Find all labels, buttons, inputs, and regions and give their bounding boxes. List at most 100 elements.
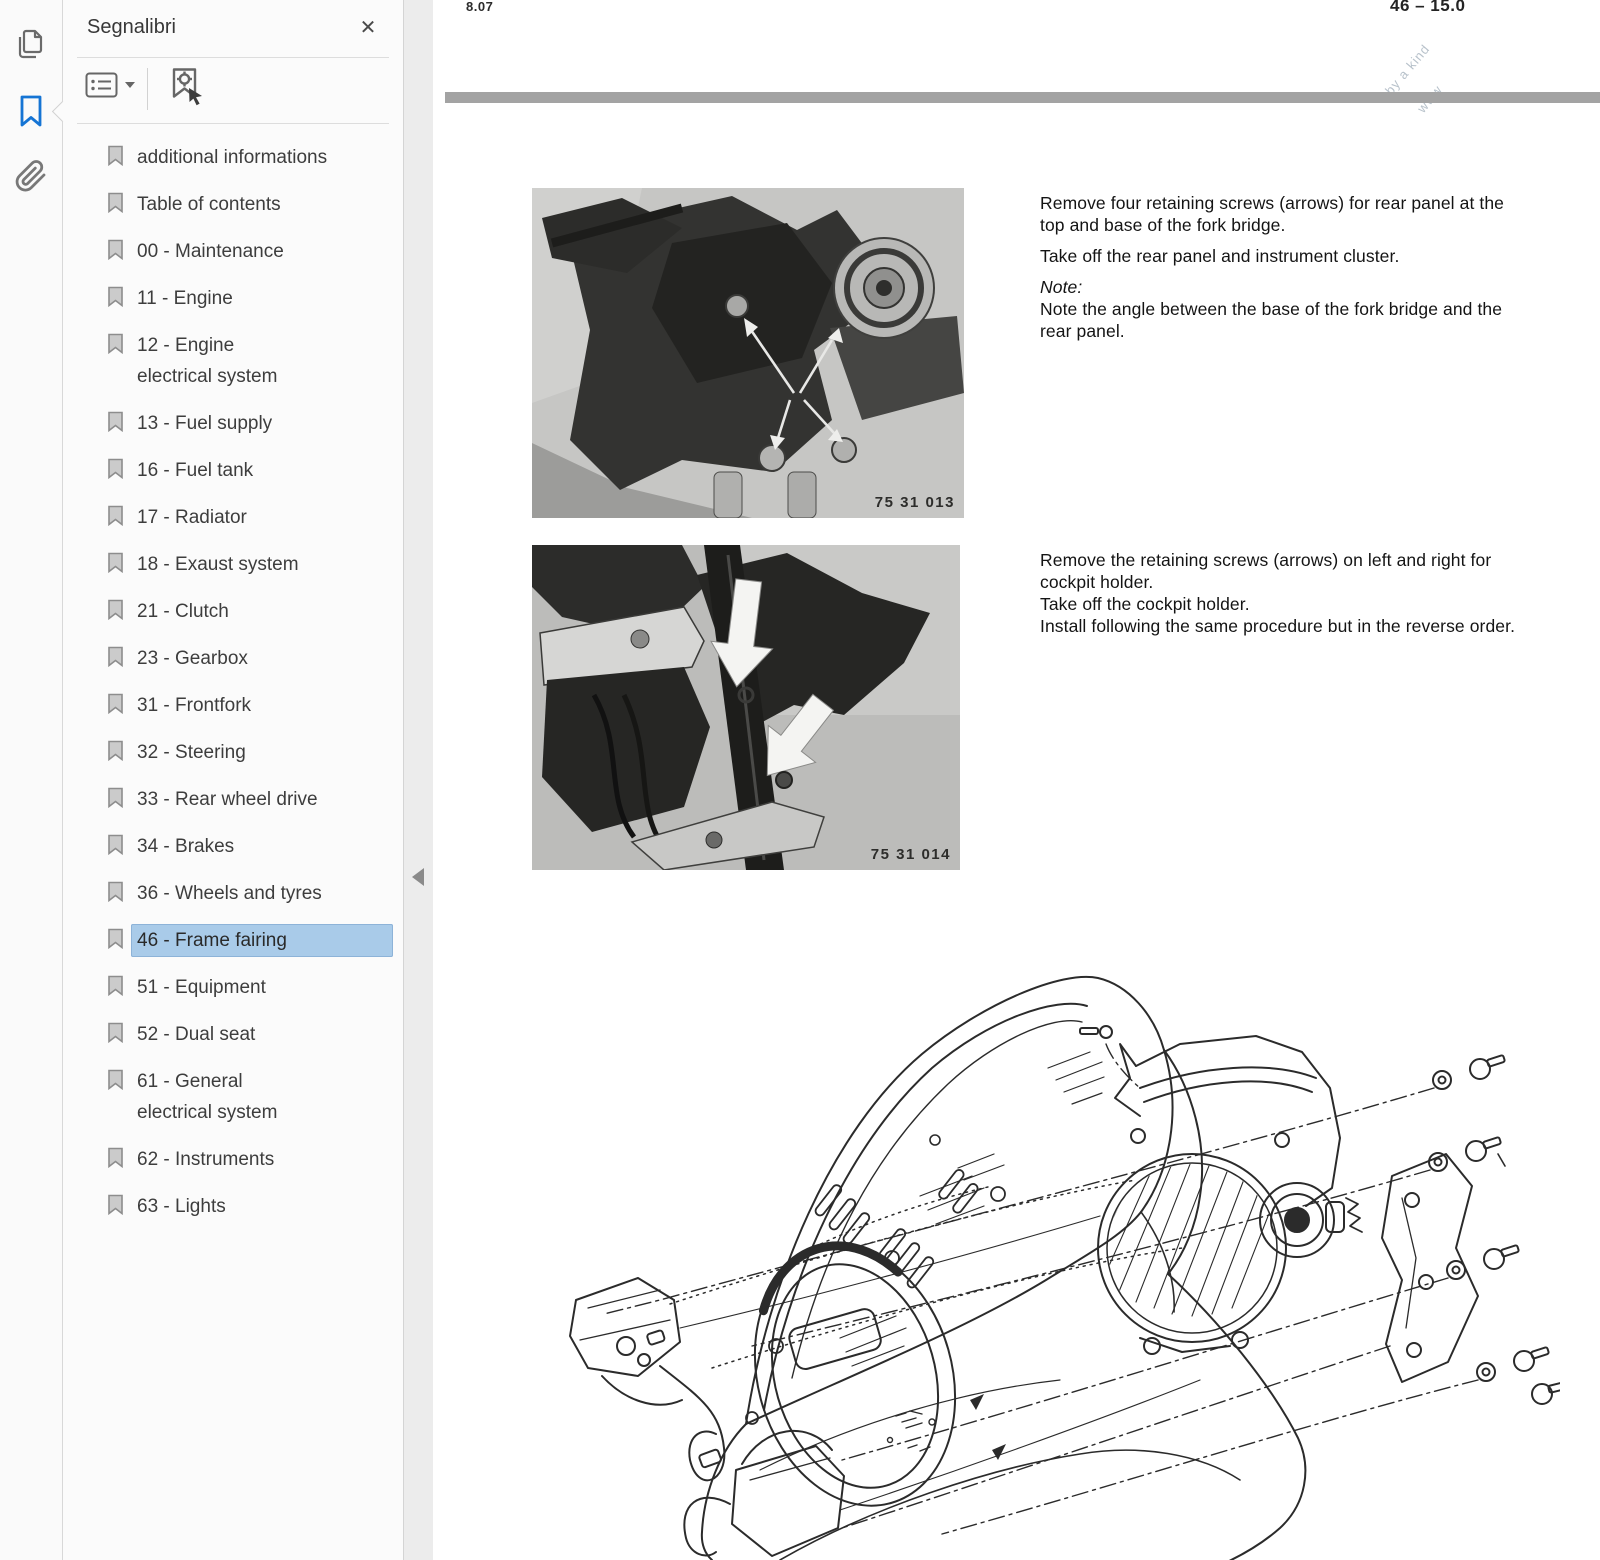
bookmark-item[interactable]: 11 - Engine — [63, 275, 403, 322]
bookmark-item[interactable]: 61 - General electrical system — [63, 1058, 403, 1136]
bookmarks-icon[interactable] — [12, 92, 50, 130]
bookmark-item[interactable]: Table of contents — [63, 181, 403, 228]
photo-fork-bridge-screws: 75 31 013 — [532, 188, 964, 518]
bookmark-label: 34 - Brakes — [131, 830, 393, 863]
exploded-diagram-frame-fairing — [540, 948, 1560, 1560]
attachments-icon[interactable] — [12, 158, 50, 196]
instruction-text-1: Remove four retaining screws (arrows) fo… — [1040, 192, 1532, 342]
bookmark-flag-icon — [107, 333, 124, 354]
bookmark-item[interactable]: 63 - Lights — [63, 1183, 403, 1230]
bookmark-label: 32 - Steering — [131, 736, 393, 769]
bookmark-label: 21 - Clutch — [131, 595, 393, 628]
bookmark-label: 13 - Fuel supply — [131, 407, 393, 440]
bookmark-label: 31 - Frontfork — [131, 689, 393, 722]
bookmark-flag-icon — [107, 1022, 124, 1043]
bookmark-label: 23 - Gearbox — [131, 642, 393, 675]
bookmark-item[interactable]: 17 - Radiator — [63, 494, 403, 541]
collapse-panel-icon[interactable] — [412, 868, 424, 886]
photo2-graphic — [532, 545, 960, 870]
bookmark-flag-icon — [107, 1069, 124, 1090]
bookmark-flag-icon — [107, 1147, 124, 1168]
bookmark-item[interactable]: 13 - Fuel supply — [63, 400, 403, 447]
horn-disc — [834, 238, 934, 338]
bookmark-item[interactable]: 21 - Clutch — [63, 588, 403, 635]
bookmark-flag-icon — [107, 411, 124, 432]
bookmark-flag-icon — [107, 646, 124, 667]
bookmark-item[interactable]: 32 - Steering — [63, 729, 403, 776]
bookmark-label: Table of contents — [131, 188, 393, 221]
bookmark-flag-icon — [107, 881, 124, 902]
bookmark-item[interactable]: 12 - Engine electrical system — [63, 322, 403, 400]
chevron-down-icon — [125, 82, 135, 88]
bookmarks-panel-header: Segnalibri ✕ — [63, 0, 403, 57]
bookmark-item[interactable]: 62 - Instruments — [63, 1136, 403, 1183]
pdf-viewer-window: { "rail": { "pages_icon": "page-thumbnai… — [0, 0, 1600, 1560]
bookmark-flag-icon — [107, 975, 124, 996]
bookmark-options-button[interactable] — [85, 72, 135, 98]
bookmark-label: 52 - Dual seat — [131, 1018, 393, 1051]
bookmark-flag-icon — [107, 145, 124, 166]
bookmarks-toolbar — [63, 58, 403, 123]
paragraph: Take off the cockpit holder. — [1040, 593, 1540, 615]
bookmarks-panel: Segnalibri ✕ — [63, 0, 404, 1560]
bookmark-label: 61 - General electrical system — [131, 1065, 393, 1129]
bookmark-label: 46 - Frame fairing — [131, 924, 393, 957]
bookmark-item[interactable]: 51 - Equipment — [63, 964, 403, 1011]
page-thumbnails-icon[interactable] — [12, 26, 50, 64]
bookmark-label: 51 - Equipment — [131, 971, 393, 1004]
bookmark-flag-icon — [107, 928, 124, 949]
watermark-text: by a kind — [1382, 41, 1433, 97]
bookmark-flag-icon — [107, 286, 124, 307]
panel-gutter — [404, 0, 433, 1560]
bookmark-item[interactable]: 16 - Fuel tank — [63, 447, 403, 494]
divider — [77, 123, 389, 124]
bookmark-item[interactable]: 34 - Brakes — [63, 823, 403, 870]
retaining-screws — [1080, 1026, 1560, 1404]
bookmark-item[interactable]: 00 - Maintenance — [63, 228, 403, 275]
bookmark-flag-icon — [107, 1194, 124, 1215]
bookmark-flag-icon — [107, 740, 124, 761]
page-revision-code: 8.07 — [466, 0, 493, 14]
expand-current-bookmark-button[interactable] — [165, 66, 205, 106]
paragraph: Install following the same procedure but… — [1040, 615, 1540, 637]
bookmark-label: 36 - Wheels and tyres — [131, 877, 393, 910]
bookmark-flag-icon — [107, 599, 124, 620]
paragraph: Remove four retaining screws (arrows) fo… — [1040, 192, 1532, 236]
bookmark-item[interactable]: 18 - Exaust system — [63, 541, 403, 588]
close-panel-button[interactable]: ✕ — [355, 14, 381, 40]
document-page: 8.07 46 – 15.0 by a kind www — [433, 0, 1600, 1560]
sidebar-rail — [0, 0, 63, 1560]
bookmark-list: additional informations Table of content… — [63, 134, 403, 1230]
windscreen — [746, 977, 1172, 1424]
left-mirror-housing — [570, 1278, 724, 1480]
paragraph: Take off the rear panel and instrument c… — [1040, 245, 1532, 267]
paragraph: Remove the retaining screws (arrows) on … — [1040, 549, 1540, 593]
bookmark-item[interactable]: additional informations — [63, 134, 403, 181]
divider — [147, 68, 148, 110]
bookmark-item[interactable]: 33 - Rear wheel drive — [63, 776, 403, 823]
page-header-rule — [445, 92, 1600, 103]
bookmark-label: 18 - Exaust system — [131, 548, 393, 581]
alignment-dotted-lines — [670, 1180, 1182, 1368]
bookmark-flag-icon — [107, 239, 124, 260]
bookmark-label: 16 - Fuel tank — [131, 454, 393, 487]
bookmark-item[interactable]: 36 - Wheels and tyres — [63, 870, 403, 917]
photo1-graphic — [532, 188, 964, 518]
bookmark-label: 12 - Engine electrical system — [131, 329, 393, 393]
bookmark-item[interactable]: 31 - Frontfork — [63, 682, 403, 729]
bookmark-label: 17 - Radiator — [131, 501, 393, 534]
bookmark-item[interactable]: 52 - Dual seat — [63, 1011, 403, 1058]
note-label: Note: — [1040, 276, 1532, 298]
bookmark-item-selected[interactable]: 46 - Frame fairing — [63, 917, 403, 964]
photo-cockpit-holder-screws: 75 31 014 — [532, 545, 960, 870]
bookmark-label: 00 - Maintenance — [131, 235, 393, 268]
bookmark-label: 62 - Instruments — [131, 1143, 393, 1176]
bookmark-flag-icon — [107, 192, 124, 213]
bookmark-label: additional informations — [131, 141, 393, 174]
bookmark-flag-icon — [107, 693, 124, 714]
bookmark-flag-icon — [107, 458, 124, 479]
panel-title: Segnalibri — [87, 16, 176, 39]
cockpit-holder-bracket — [1382, 1154, 1505, 1382]
bookmark-flag-icon — [107, 505, 124, 526]
bookmark-item[interactable]: 23 - Gearbox — [63, 635, 403, 682]
